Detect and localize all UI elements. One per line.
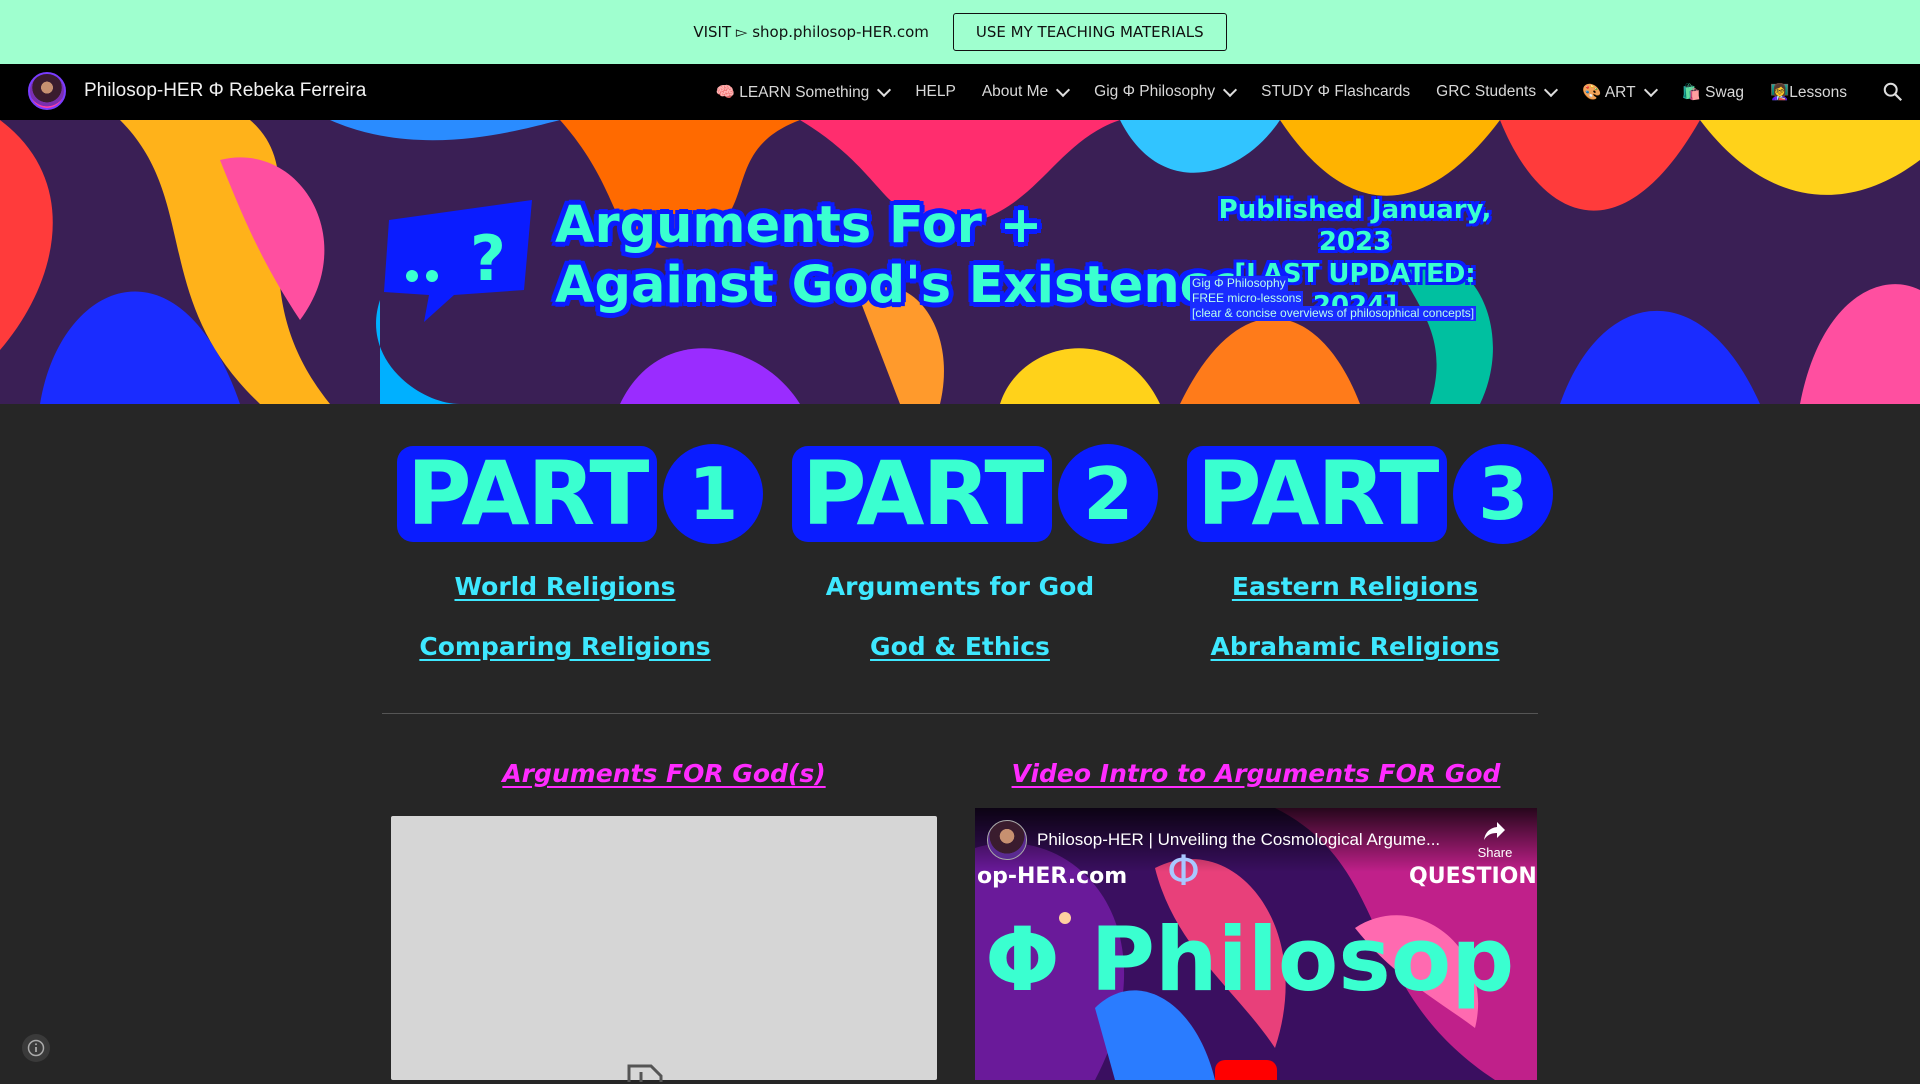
heading-video-intro[interactable]: Video Intro to Arguments FOR God: [1012, 759, 1501, 788]
note-line: [clear & concise overviews of philosophi…: [1190, 306, 1477, 321]
heading-arguments-for-gods[interactable]: Arguments FOR God(s): [502, 759, 825, 788]
hero-title: Arguments For + Against God's Existence: [555, 196, 1244, 316]
video-title[interactable]: Philosop-HER | Unveiling the Cosmologica…: [1037, 830, 1440, 850]
announcement-banner: VISIT ▻ shop.philosop-HER.com USE MY TEA…: [0, 0, 1920, 64]
document-icon: [627, 1064, 663, 1082]
nav-item-lessons[interactable]: 👩‍🏫Lessons: [1757, 83, 1860, 102]
nav-item-label: Gig Φ Philosophy: [1094, 83, 1216, 100]
site-title[interactable]: Philosop-HER Φ Rebeka Ferreira: [84, 80, 366, 102]
share-button[interactable]: Share: [1471, 820, 1519, 860]
site-info-button[interactable]: [22, 1034, 50, 1062]
label-arguments-for-god: Arguments for God: [825, 572, 1095, 601]
top-navigation: Philosop-HER Φ Rebeka Ferreira 🧠 LEARN S…: [0, 64, 1920, 120]
note-line: FREE micro-lessons: [1190, 291, 1304, 306]
part-2-badge: PART 2: [792, 444, 1159, 544]
nav-item-label: 🧠 LEARN Something: [715, 83, 870, 101]
nav-item-label: About Me: [981, 83, 1049, 100]
thumbnail-text-right: QUESTION I: [1409, 864, 1537, 889]
site-logo-avatar[interactable]: [28, 72, 66, 110]
embedded-document[interactable]: [391, 816, 937, 1082]
part-word: PART: [792, 446, 1053, 542]
section-divider: [382, 713, 1538, 714]
thumbnail-phi: Φ: [1167, 846, 1201, 895]
link-god-and-ethics[interactable]: God & Ethics: [870, 632, 1050, 661]
part-1-badge: PART 1: [397, 444, 764, 544]
share-label: Share: [1477, 845, 1513, 860]
youtube-play-button[interactable]: [1215, 1060, 1277, 1080]
part-number: 2: [1058, 444, 1159, 544]
channel-avatar[interactable]: [987, 820, 1027, 860]
published-date: Published January, 2023: [1218, 195, 1492, 257]
hero-banner: ? Arguments For + Against God's Existenc…: [0, 120, 1920, 404]
chevron-down-icon: [1223, 82, 1238, 98]
nav-item-label: GRC Students: [1436, 83, 1537, 100]
thumbnail-title: Φ Philosop: [985, 908, 1515, 1011]
part-3-badge: PART 3: [1187, 444, 1554, 544]
teaching-materials-button[interactable]: USE MY TEACHING MATERIALS: [952, 13, 1227, 51]
nav-menu: 🧠 LEARN Something HELP About Me Gig Φ Ph…: [703, 64, 1860, 120]
nav-item-study-flashcards[interactable]: STUDY Φ Flashcards: [1248, 83, 1423, 101]
part-number: 3: [1453, 444, 1554, 544]
youtube-video-embed[interactable]: Philosop-HER | Unveiling the Cosmologica…: [975, 808, 1537, 1080]
chevron-down-icon: [1056, 82, 1071, 98]
part-word: PART: [1187, 446, 1448, 542]
nav-item-learn[interactable]: 🧠 LEARN Something: [703, 82, 903, 102]
nav-item-grc-students[interactable]: GRC Students: [1423, 82, 1569, 101]
info-icon: [27, 1039, 45, 1057]
micro-lessons-note: Gig Φ Philosophy FREE micro-lessons [cle…: [1190, 276, 1477, 321]
search-icon[interactable]: [1882, 81, 1904, 103]
chevron-down-icon: [1544, 82, 1559, 98]
nav-item-label: 👩‍🏫Lessons: [1769, 83, 1847, 101]
banner-text: VISIT ▻ shop.philosop-HER.com: [693, 23, 929, 41]
nav-item-label: HELP: [915, 83, 956, 100]
nav-item-gig-philosophy[interactable]: Gig Φ Philosophy: [1081, 82, 1248, 101]
thumbnail-text-left: op-HER.com: [977, 864, 1128, 889]
nav-item-about-me[interactable]: About Me: [969, 82, 1081, 101]
note-line: Gig Φ Philosophy: [1190, 276, 1288, 291]
chevron-down-icon: [1643, 82, 1658, 98]
nav-item-swag[interactable]: 🛍️ Swag: [1669, 83, 1757, 102]
svg-text:?: ?: [470, 222, 506, 295]
hero-title-line-2: Against God's Existence: [555, 256, 1245, 315]
link-eastern-religions[interactable]: Eastern Religions: [1232, 572, 1478, 601]
part-word: PART: [397, 446, 658, 542]
link-abrahamic-religions[interactable]: Abrahamic Religions: [1211, 632, 1500, 661]
hero-title-line-1: Arguments For +: [555, 196, 1043, 255]
nav-item-art[interactable]: 🎨 ART: [1569, 82, 1668, 102]
share-icon: [1484, 822, 1505, 840]
nav-item-label: 🛍️ Swag: [1681, 83, 1744, 101]
nav-item-label: 🎨 ART: [1582, 83, 1636, 101]
nav-item-help[interactable]: HELP: [902, 83, 969, 101]
link-world-religions[interactable]: World Religions: [454, 572, 675, 601]
part-number: 1: [663, 444, 764, 544]
link-comparing-religions[interactable]: Comparing Religions: [419, 632, 710, 661]
nav-item-label: STUDY Φ Flashcards: [1261, 83, 1411, 100]
chevron-down-icon: [877, 82, 892, 98]
speech-bubble-question-icon: ?: [384, 200, 532, 322]
